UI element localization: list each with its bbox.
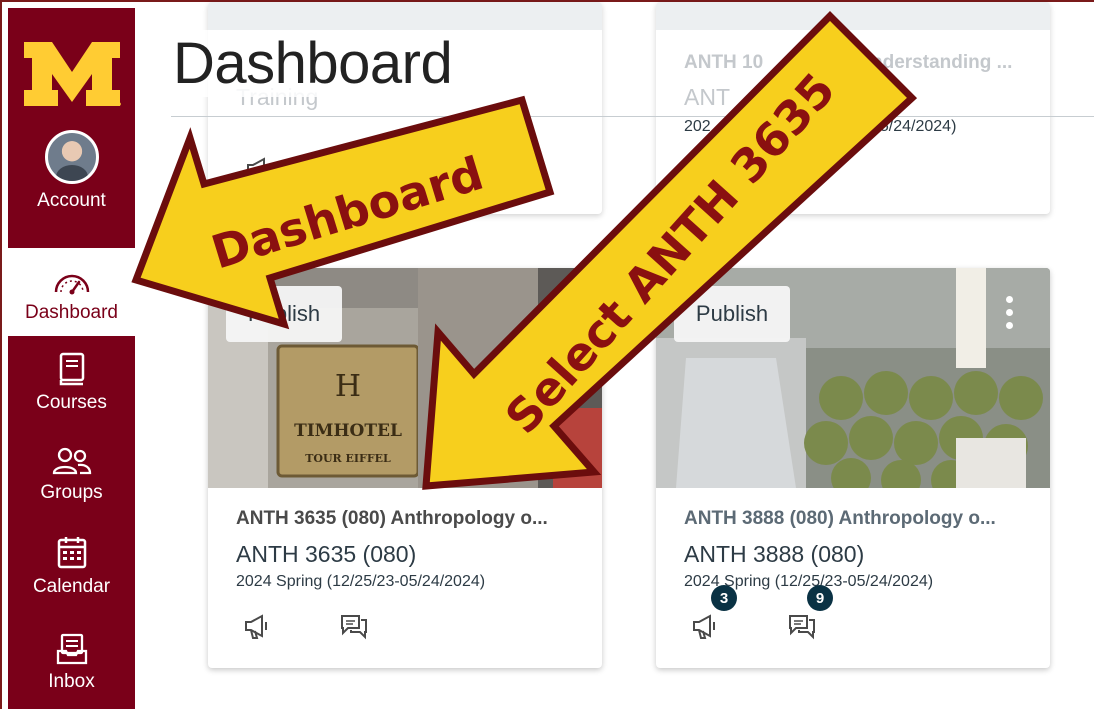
image-sign-line1: TIMHOTEL: [294, 421, 402, 441]
nav-courses-label: Courses: [36, 392, 107, 413]
card-short-name: ANTH 3888 (080): [684, 541, 865, 567]
card-image-partial: [656, 2, 1050, 30]
announcements-icon[interactable]: [242, 611, 272, 641]
card-short-name: ANT: [684, 84, 730, 110]
announcements-unread-badge: 3: [711, 585, 737, 611]
nav-calendar[interactable]: Calendar: [8, 522, 135, 610]
svg-text:H: H: [335, 369, 361, 404]
calendar-icon: [56, 536, 88, 570]
nav-groups-label: Groups: [40, 482, 103, 503]
university-logo[interactable]: [22, 38, 122, 110]
discussions-icon[interactable]: [339, 611, 369, 641]
nav-dashboard-label: Dashboard: [25, 302, 118, 323]
inbox-icon: [56, 633, 88, 665]
publish-button[interactable]: Publish: [226, 286, 342, 342]
course-card-anth-3888[interactable]: Publish ANTH 3888 (080) Anthropology o..…: [656, 268, 1050, 668]
nav-inbox[interactable]: Inbox: [8, 617, 135, 705]
card-actions: [242, 611, 442, 641]
nav-calendar-label: Calendar: [32, 576, 111, 597]
global-nav-sidebar: Account Dashboard Courses Groups Calenda…: [8, 8, 135, 709]
title-divider: [171, 116, 1094, 117]
discussions-icon[interactable]: [787, 611, 817, 641]
avatar: [44, 130, 99, 184]
card-image-partial: [208, 2, 602, 30]
nav-account-label: Account: [37, 190, 106, 211]
card-course-code[interactable]: ANTH 3635 (080) Anthropology o...: [236, 508, 548, 530]
course-card-anth-3635[interactable]: H TIMHOTEL TOUR EIFFEL Publish ANTH 3635…: [208, 268, 602, 668]
card-actions: 3 9: [690, 585, 890, 641]
course-card-top-right[interactable]: ANTH 10 nderstanding ... ANT 202 05/24/2…: [656, 2, 1050, 214]
announcements-icon[interactable]: [690, 611, 720, 641]
people-icon: [52, 446, 92, 476]
card-course-code[interactable]: ANTH 3888 (080) Anthropology o...: [684, 508, 996, 530]
nav-dashboard[interactable]: Dashboard: [8, 248, 135, 336]
book-icon: [57, 352, 87, 386]
nav-courses[interactable]: Courses: [8, 338, 135, 426]
card-course-code: ANTH 10: [684, 52, 764, 73]
announcements-icon[interactable]: [244, 154, 274, 189]
card-term-tail: 05/24/2024): [871, 118, 957, 135]
card-term: 202: [684, 118, 711, 135]
nav-groups[interactable]: Groups: [8, 428, 135, 516]
publish-button[interactable]: Publish: [674, 286, 790, 342]
card-options-icon[interactable]: [1004, 296, 1014, 336]
card-course-code-tail: nderstanding ...: [871, 52, 1013, 73]
speedometer-icon: [52, 268, 92, 296]
dashboard-main: Training ANTH 10 nderstanding ... ANT 20…: [135, 2, 1094, 709]
card-short-name: ANTH 3635 (080): [236, 541, 417, 567]
page-title: Dashboard: [173, 30, 453, 97]
image-sign-line2: TOUR EIFFEL: [305, 452, 391, 465]
discussions-unread-badge: 9: [807, 585, 833, 611]
card-term: 2024 Spring (12/25/23-05/24/2024): [236, 573, 486, 590]
nav-account[interactable]: Account: [8, 130, 135, 224]
nav-inbox-label: Inbox: [48, 671, 95, 692]
